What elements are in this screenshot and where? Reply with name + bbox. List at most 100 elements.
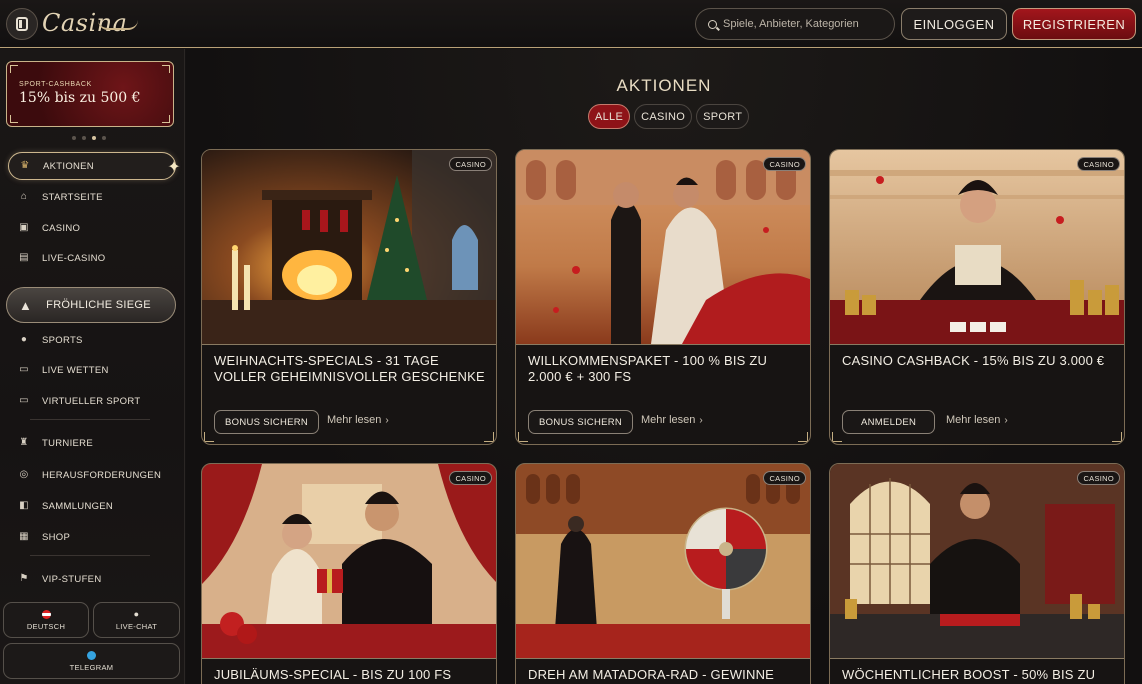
frame-corner <box>162 115 170 123</box>
sidebar-item-aktionen[interactable]: ♛ AKTIONEN ✦ <box>8 152 181 180</box>
mehr-lesen-label: Mehr lesen <box>946 414 1001 426</box>
promo-card-title: WILLKOMMENSPAKET - 100 % BIS ZU 2.000 € … <box>528 353 768 384</box>
search-input[interactable] <box>723 18 883 30</box>
sidebar-item-live-casino[interactable]: ▤ LIVE-CASINO <box>8 244 176 272</box>
category-badge: CASINO <box>449 471 492 485</box>
sidebar-item-label: SAMMLUNGEN <box>42 500 114 512</box>
sidebar-item-sammlungen[interactable]: ◧ SAMMLUNGEN <box>8 492 176 520</box>
frame-corner <box>518 432 528 442</box>
sidebar-item-sports[interactable]: ● SPORTS <box>8 326 176 354</box>
matador-wheel-image: CASINO <box>516 464 810 658</box>
sidebar-item-herausforderungen[interactable]: ◎ HERAUSFORDERUNGEN <box>8 461 176 489</box>
chevron-right-icon: › <box>385 415 389 426</box>
frame-corner <box>162 65 170 73</box>
promo-card-jubilaeums[interactable]: CASINO JUBILÄUMS-SPECIAL - BIS ZU 100 FS <box>201 463 497 684</box>
filter-tab-alle[interactable]: ALLE <box>588 104 631 129</box>
sidebar-item-vip-stufen[interactable]: ⚑ VIP-STUFEN <box>8 565 176 593</box>
frame-corner <box>798 432 808 442</box>
austria-flag-icon <box>41 609 51 619</box>
frohliche-siege-button[interactable]: ▲ FRÖHLICHE SIEGE <box>6 287 176 323</box>
frame-corner <box>10 65 18 73</box>
bonus-sichern-button[interactable]: BONUS SICHERN <box>214 410 320 434</box>
sidebar-item-virtueller-sport[interactable]: ▭ VIRTUELLER SPORT <box>8 387 176 415</box>
mehr-lesen-link[interactable]: Mehr lesen › <box>327 414 389 426</box>
category-badge: CASINO <box>763 471 806 485</box>
target-icon: ◎ <box>19 469 29 480</box>
promo-card-title: CASINO CASHBACK - 15% BIS ZU 3.000 € <box>842 353 1105 368</box>
chat-bubble-icon: ● <box>133 609 140 619</box>
sidebar-item-label: AKTIONEN <box>43 160 94 172</box>
live-chat-button[interactable]: ● LIVE-CHAT <box>93 602 180 638</box>
category-badge: CASINO <box>763 157 806 171</box>
carousel-dot-active[interactable] <box>92 136 96 140</box>
promo-card-weihnachts[interactable]: CASINO WEIHNACHTS-SPECIALS - 31 TAGE VOL… <box>201 149 497 445</box>
home-icon: ⌂ <box>20 191 28 202</box>
mehr-lesen-link[interactable]: Mehr lesen › <box>946 414 1008 426</box>
monitor-icon: ▭ <box>19 395 29 406</box>
promo-card-title: JUBILÄUMS-SPECIAL - BIS ZU 100 FS <box>214 667 452 682</box>
promo-card-casino-cashback[interactable]: CASINO CASINO CASHBACK - 15% BIS ZU 3.00… <box>829 149 1125 445</box>
live-cards-icon: ▤ <box>19 252 29 263</box>
live-chat-label: LIVE-CHAT <box>115 622 158 631</box>
category-badge: CASINO <box>449 157 492 171</box>
frame-corner <box>10 115 18 123</box>
card-divider <box>830 658 1124 659</box>
sidebar-divider <box>30 555 150 556</box>
chevron-right-icon: › <box>699 415 703 426</box>
sidebar-item-startseite[interactable]: ⌂ STARTSEITE <box>8 183 176 211</box>
language-label: DEUTSCH <box>26 621 66 631</box>
filter-tab-sport[interactable]: SPORT <box>696 104 750 129</box>
frame-corner <box>484 432 494 442</box>
frame-corner <box>1112 432 1122 442</box>
casino-dealer-image: CASINO <box>830 150 1124 344</box>
bonus-sichern-button[interactable]: BONUS SICHERN <box>528 410 634 434</box>
promo-title: 15% bis zu 500 € <box>19 90 141 106</box>
promo-card-woechentlicher-boost[interactable]: CASINO WÖCHENTLICHER BOOST - 50% BIS ZU <box>829 463 1125 684</box>
promo-card-title: WÖCHENTLICHER BOOST - 50% BIS ZU <box>842 667 1096 682</box>
crown-icon: ♛ <box>20 160 30 171</box>
sidebar: SPORT-CASHBACK 15% bis zu 500 € ♛ AKTION… <box>0 49 185 684</box>
sidebar-item-label: VIP-STUFEN <box>42 573 102 585</box>
card-divider <box>830 344 1124 345</box>
login-button[interactable]: EINLOGGEN <box>901 8 1007 40</box>
sidebar-item-label: LIVE WETTEN <box>42 364 109 376</box>
sidebar-toggle-button[interactable] <box>6 8 38 40</box>
mehr-lesen-label: Mehr lesen <box>641 414 696 426</box>
sidebar-item-label: SHOP <box>42 531 71 543</box>
anmelden-button[interactable]: ANMELDEN <box>842 410 936 434</box>
card-divider <box>516 344 810 345</box>
telegram-label: TELEGRAM <box>69 662 114 672</box>
category-badge: CASINO <box>1077 471 1120 485</box>
filter-tab-casino[interactable]: CASINO <box>634 104 693 129</box>
sidebar-toggle-icon <box>16 17 28 31</box>
card-divider <box>516 658 810 659</box>
carousel-dot[interactable] <box>102 136 106 140</box>
carousel-dots <box>72 136 106 140</box>
search-box[interactable] <box>695 8 895 40</box>
sport-cashback-promo-card[interactable]: SPORT-CASHBACK 15% bis zu 500 € <box>6 61 174 127</box>
vip-icon: ⚑ <box>19 573 29 584</box>
sidebar-item-label: STARTSEITE <box>42 191 103 203</box>
mehr-lesen-label: Mehr lesen <box>327 414 382 426</box>
promo-card-matadora-rad[interactable]: CASINO DREH AM MATADORA-RAD - GEWINNE <box>515 463 811 684</box>
promo-card-willkommenspaket[interactable]: CASINO WILLKOMMENSPAKET - 100 % BIS ZU 2… <box>515 149 811 445</box>
carousel-dot[interactable] <box>72 136 76 140</box>
sidebar-item-shop[interactable]: ▦ SHOP <box>8 523 176 551</box>
telegram-button[interactable]: TELEGRAM <box>3 643 180 679</box>
trophy-icon: ♜ <box>19 437 29 448</box>
sidebar-item-live-wetten[interactable]: ▭ LIVE WETTEN <box>8 356 176 384</box>
sidebar-item-casino[interactable]: ▣ CASINO <box>8 214 176 242</box>
mehr-lesen-link[interactable]: Mehr lesen › <box>641 414 703 426</box>
sidebar-item-label: TURNIERE <box>42 437 93 449</box>
soccer-ball-icon: ● <box>20 334 28 345</box>
collection-icon: ◧ <box>19 500 29 511</box>
card-divider <box>202 344 496 345</box>
sidebar-item-turniere[interactable]: ♜ TURNIERE <box>8 429 176 457</box>
language-button[interactable]: DEUTSCH <box>3 602 89 638</box>
carousel-dot[interactable] <box>82 136 86 140</box>
register-button[interactable]: REGISTRIEREN <box>1012 8 1136 40</box>
search-icon <box>708 19 717 29</box>
matador-couple-image: CASINO <box>516 150 810 344</box>
shop-icon: ▦ <box>19 531 29 542</box>
sidebar-divider <box>30 419 150 420</box>
